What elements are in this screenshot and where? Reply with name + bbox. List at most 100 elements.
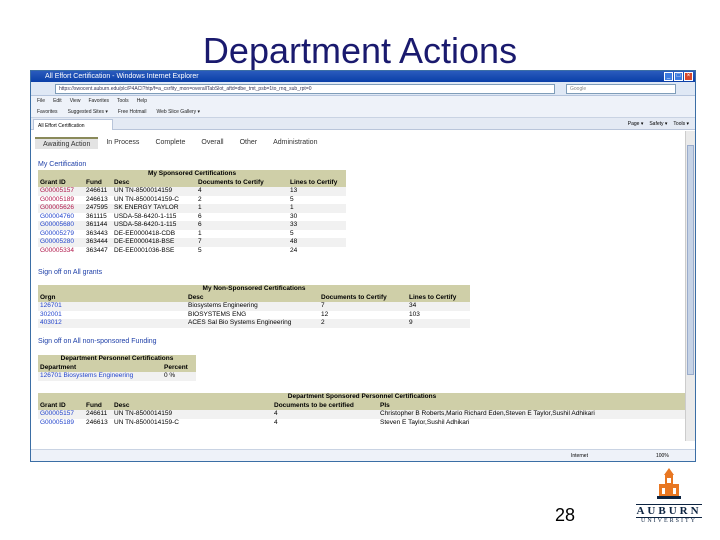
row-link[interactable]: G00004760 <box>38 212 84 221</box>
favorites-item[interactable]: Web Slice Gallery ▾ <box>157 106 201 117</box>
zoom-level[interactable]: 100% <box>656 450 669 461</box>
close-icon[interactable]: × <box>684 72 693 81</box>
table-row: G00005157 246611 UN TN-8500014159 4 13 <box>38 187 347 196</box>
column-header: Documents to Certify <box>319 293 407 302</box>
table-cell: ACES Sal Bio Systems Engineering <box>186 319 319 328</box>
table-cell: 2 <box>319 319 407 328</box>
table-cell: 103 <box>407 310 470 319</box>
menu-item[interactable]: View <box>70 96 81 106</box>
table-row: G00005189 246613 UN TN-8500014159-C 2 5 <box>38 195 347 204</box>
window-titlebar: All Effort Certification - Windows Inter… <box>31 71 695 82</box>
toolbar-button[interactable]: Safety ▾ <box>649 118 667 130</box>
row-link[interactable]: G00005279 <box>38 229 84 238</box>
table-cell: 12 <box>319 310 407 319</box>
status-zone: Internet <box>571 453 588 459</box>
row-link[interactable]: G00005157 <box>38 410 84 419</box>
favorites-item[interactable]: Favorites <box>37 106 58 117</box>
row-link[interactable]: 126701 Biosystems Engineering <box>38 372 162 381</box>
nav-tab[interactable]: In Process <box>98 137 148 149</box>
table-cell: USDA-58-6420-1-115 <box>112 212 196 221</box>
slide: Department Actions All Effort Certificat… <box>0 0 720 540</box>
table-cell: 5 <box>196 246 288 255</box>
table-cell: DE-EE0000418-CDB <box>112 229 196 238</box>
column-header: Lines to Certify <box>407 293 470 302</box>
minimize-icon[interactable]: _ <box>664 72 673 81</box>
nav-tab[interactable]: Overall <box>193 137 232 149</box>
address-bar: https://swocent.auburn.edu/plc/P4ACI?htp… <box>31 82 695 96</box>
slide-title: Department Actions <box>202 30 518 71</box>
sponsored-table: My Sponsored Certifications Grant ID Fund D… <box>38 170 347 255</box>
favorites-item[interactable]: Suggested Sites ▾ <box>68 106 108 117</box>
nav-tab[interactable]: Other <box>231 137 266 149</box>
logo-word: AUBURN <box>636 504 702 518</box>
menu-item[interactable]: Help <box>137 96 147 106</box>
row-link[interactable]: G00005157 <box>38 187 84 196</box>
row-link[interactable]: G00005280 <box>38 238 84 247</box>
table-row: G00005626 247595 SK ENERGY TAYLOR 1 1 <box>38 204 347 213</box>
column-header: Fund <box>84 178 112 187</box>
menu-bar: File Edit View Favorites Tools Help <box>31 96 695 106</box>
table-cell: Biosystems Engineering <box>186 302 319 311</box>
column-header: Documents to Certify <box>196 178 288 187</box>
slide-number: 28 <box>555 505 576 525</box>
vertical-scrollbar[interactable] <box>685 131 695 441</box>
menu-item[interactable]: Favorites <box>88 96 109 106</box>
menu-item[interactable]: Edit <box>53 96 62 106</box>
maximize-icon[interactable]: □ <box>674 72 683 81</box>
table-cell: 4 <box>196 187 288 196</box>
table-row: 302001 BIOSYSTEMS ENG 12 103 <box>38 310 470 319</box>
row-link[interactable]: G00005680 <box>38 221 84 230</box>
table-row: G00005157 246611 UN TN-8500014159 4 Christop… <box>38 410 687 419</box>
row-link[interactable]: 403012 <box>38 319 186 328</box>
table-row: 403012 ACES Sal Bio Systems Engineering 2 9 <box>38 319 470 328</box>
table-row: G00005189 246613 UN TN-8500014159-C 4 Steven… <box>38 418 687 427</box>
favorites-item[interactable]: Free Hotmail <box>118 106 147 117</box>
table-cell: 34 <box>407 302 470 311</box>
table-header-row: Grant ID Fund Desc Documents to be certifie… <box>38 401 687 410</box>
column-header: Lines to Certify <box>288 178 347 187</box>
table-cell: 5 <box>288 229 347 238</box>
table-caption-row: Department Personnel Certifications <box>38 355 197 364</box>
favorites-bar: Favorites Suggested Sites ▾ Free Hotmail We… <box>31 106 695 118</box>
table-cell: Christopher B Roberts,Mario Richard Eden… <box>378 410 687 419</box>
table-caption-row: Department Sponsored Personnel Certifica… <box>38 393 687 402</box>
table-row: G00005280 363444 DE-EE0000418-BSE 7 48 <box>38 238 347 247</box>
column-header: Department <box>38 363 162 372</box>
nav-tabs: Awaiting Action In Process Complete Overall… <box>35 137 326 149</box>
browser-tab[interactable]: All Effort Certification <box>33 119 113 130</box>
table-cell: 246613 <box>84 195 112 204</box>
menu-item[interactable]: File <box>37 96 45 106</box>
table-row: G00005279 363443 DE-EE0000418-CDB 1 5 <box>38 229 347 238</box>
scrollbar-thumb[interactable] <box>687 145 694 375</box>
row-link[interactable]: 302001 <box>38 310 186 319</box>
menu-item[interactable]: Tools <box>117 96 129 106</box>
my-certification-heading: My Certification <box>38 161 87 168</box>
row-link[interactable]: G00005189 <box>38 195 84 204</box>
toolbar-button[interactable]: Tools ▾ <box>673 118 689 130</box>
column-header: Desc <box>186 293 319 302</box>
table-cell: 363443 <box>84 229 112 238</box>
nav-tab[interactable]: Administration <box>265 137 326 149</box>
table-cell: 4 <box>272 410 378 419</box>
column-header: Grant ID <box>38 178 84 187</box>
table-cell: 361144 <box>84 221 112 230</box>
signoff-non-sponsored-link[interactable]: Sign off on All non-sponsored Funding <box>38 338 157 345</box>
address-input[interactable]: https://swocent.auburn.edu/plc/P4ACI?htp… <box>55 84 555 94</box>
column-header: Documents to be certified <box>272 401 378 410</box>
nav-tab[interactable]: Awaiting Action <box>35 137 99 149</box>
row-link[interactable]: 126701 <box>38 302 186 311</box>
table-cell: 246613 <box>84 418 112 427</box>
row-link[interactable]: G00005334 <box>38 246 84 255</box>
search-input[interactable]: Google <box>566 84 676 94</box>
nav-tab[interactable]: Complete <box>147 137 194 149</box>
column-header: PIs <box>378 401 687 410</box>
table-row: G00005334 363447 DE-EE0001036-BSE 5 24 <box>38 246 347 255</box>
row-link[interactable]: G00005626 <box>38 204 84 213</box>
row-link[interactable]: G00005189 <box>38 418 84 427</box>
signoff-all-grants-link[interactable]: Sign off on All grants <box>38 269 102 276</box>
dept-personnel-table: Department Personnel Certifications Depar… <box>38 355 197 381</box>
table-cell: UN TN-8500014159-C <box>112 418 272 427</box>
toolbar-button[interactable]: Page ▾ <box>628 118 644 130</box>
table-header-row: Orgn Desc Documents to Certify Lines to Cer… <box>38 293 470 302</box>
table-cell: UN TN-8500014159 <box>112 187 196 196</box>
